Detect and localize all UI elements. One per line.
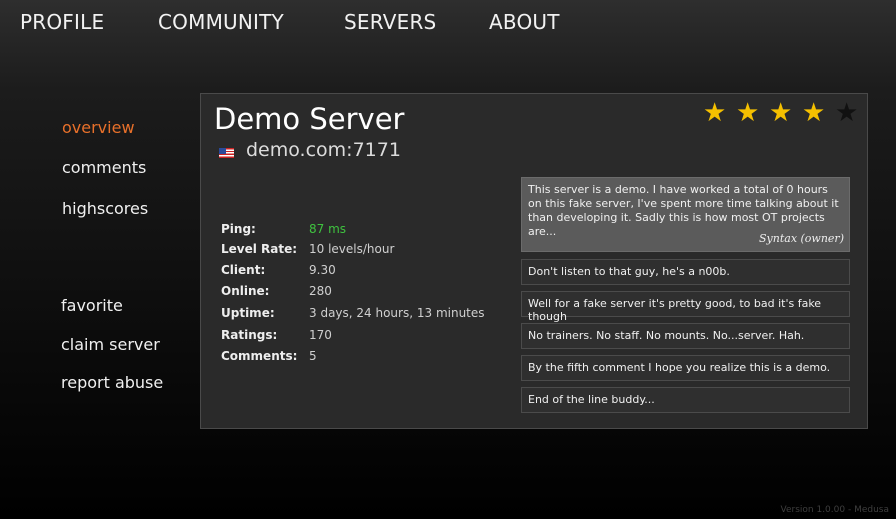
nav-profile[interactable]: PROFILE [20, 10, 104, 34]
nav-about[interactable]: ABOUT [489, 10, 560, 34]
top-navigation: PROFILE COMMUNITY SERVERS ABOUT [0, 0, 896, 48]
sidebar-item-overview[interactable]: overview [62, 118, 135, 137]
comment-item: No trainers. No staff. No mounts. No...s… [521, 323, 850, 349]
sidebar-item-claim-server[interactable]: claim server [61, 335, 160, 354]
owner-signature: Syntax (owner) [759, 232, 844, 245]
stat-label: Client: [221, 263, 266, 277]
star-empty-icon[interactable]: ★ [835, 100, 858, 126]
stat-value: 9.30 [309, 263, 336, 277]
version-footer: Version 1.0.00 - Medusa [780, 505, 889, 515]
sidebar-item-report-abuse[interactable]: report abuse [61, 373, 163, 392]
star-filled-icon[interactable]: ★ [703, 100, 726, 126]
stat-value: 280 [309, 284, 332, 298]
star-filled-icon[interactable]: ★ [736, 100, 759, 126]
sidebar-item-highscores[interactable]: highscores [62, 199, 148, 218]
star-filled-icon[interactable]: ★ [802, 100, 825, 126]
server-host: demo.com:7171 [246, 139, 401, 161]
server-title: Demo Server [214, 102, 405, 136]
stat-label: Ratings: [221, 328, 278, 342]
stat-label: Comments: [221, 349, 298, 363]
stat-value: 170 [309, 328, 332, 342]
stat-value: 3 days, 24 hours, 13 minutes [309, 306, 485, 320]
sidebar-item-favorite[interactable]: favorite [61, 296, 123, 315]
sidebar-item-comments[interactable]: comments [62, 158, 146, 177]
nav-servers[interactable]: SERVERS [344, 10, 436, 34]
owner-comment: This server is a demo. I have worked a t… [521, 177, 850, 252]
stat-value: 5 [309, 349, 317, 363]
stat-label: Online: [221, 284, 270, 298]
comment-item: End of the line buddy... [521, 387, 850, 413]
owner-comment-text: This server is a demo. I have worked a t… [528, 183, 839, 238]
comment-item: By the fifth comment I hope you realize … [521, 355, 850, 381]
stat-label: Uptime: [221, 306, 275, 320]
us-flag-icon [219, 148, 234, 158]
stat-label: Ping: [221, 222, 256, 236]
nav-community[interactable]: COMMUNITY [158, 10, 284, 34]
star-filled-icon[interactable]: ★ [769, 100, 792, 126]
comment-item: Don't listen to that guy, he's a n00b. [521, 259, 850, 285]
stat-value: 10 levels/hour [309, 242, 395, 256]
comment-item: Well for a fake server it's pretty good,… [521, 291, 850, 323]
server-panel: Demo Server demo.com:7171 ★ ★ ★ ★ ★ Ping: 87… [200, 93, 868, 429]
stat-label: Level Rate: [221, 242, 298, 256]
stat-value: 87 ms [309, 222, 347, 236]
